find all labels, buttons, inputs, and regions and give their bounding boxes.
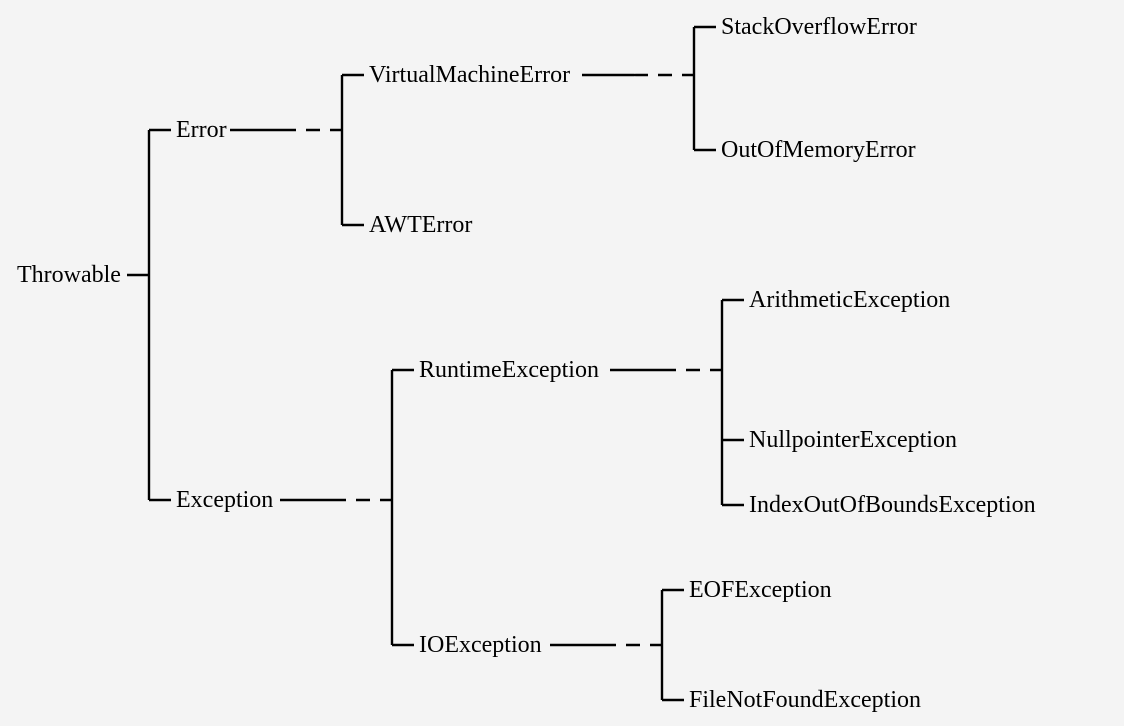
node-io-exception: IOException xyxy=(419,633,542,657)
node-out-of-memory-error: OutOfMemoryError xyxy=(721,138,916,162)
node-ioob-exception: IndexOutOfBoundsException xyxy=(749,493,1036,517)
node-runtime-exception: RuntimeException xyxy=(419,358,599,382)
hierarchy-diagram: Throwable Error VirtualMachineError AWTE… xyxy=(0,0,1124,726)
node-virtual-machine-error: VirtualMachineError xyxy=(369,63,570,87)
node-exception: Exception xyxy=(176,488,273,512)
node-stack-overflow-error: StackOverflowError xyxy=(721,15,917,39)
node-arithmetic-exception: ArithmeticException xyxy=(749,288,950,312)
node-file-not-found-exception: FileNotFoundException xyxy=(689,688,921,712)
node-eof-exception: EOFException xyxy=(689,578,832,602)
node-throwable: Throwable xyxy=(17,263,121,287)
node-error: Error xyxy=(176,118,227,142)
node-awt-error: AWTError xyxy=(369,213,472,237)
node-nullpointer-exception: NullpointerException xyxy=(749,428,957,452)
